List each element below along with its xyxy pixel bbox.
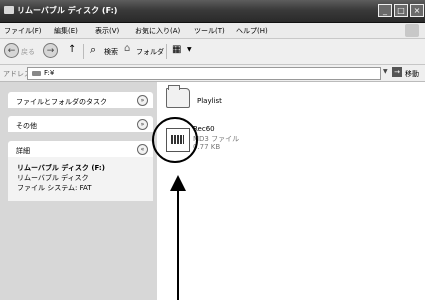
- item-label-playlist[interactable]: Playlist: [197, 97, 222, 105]
- views-dropdown-icon[interactable]: ▼: [187, 46, 192, 53]
- windows-logo-icon: [405, 24, 419, 37]
- address-path[interactable]: F:¥: [44, 69, 54, 77]
- address-bar: アドレス(D) F:¥ ▼ → 移動: [0, 65, 425, 82]
- panel-title: その他: [16, 122, 37, 130]
- panel-details[interactable]: 詳細 «: [8, 141, 153, 157]
- toolbar-separator: [83, 44, 84, 59]
- chevron-down-icon[interactable]: »: [137, 95, 148, 106]
- address-dropdown-icon[interactable]: ▼: [383, 68, 388, 75]
- views-icon[interactable]: ▦: [172, 44, 181, 55]
- panel-file-folder-tasks[interactable]: ファイルとフォルダのタスク »: [8, 92, 153, 108]
- folders-icon[interactable]: ⌂: [124, 43, 130, 54]
- menu-bar: ファイル(F) 編集(E) 表示(V) お気に入り(A) ツール(T) ヘルプ(…: [0, 23, 425, 39]
- folder-tab: [168, 85, 180, 90]
- search-button-label[interactable]: 検索: [104, 47, 118, 57]
- details-type: リムーバブル ディスク: [17, 174, 89, 182]
- minimize-button[interactable]: _: [378, 4, 392, 17]
- panel-other-places[interactable]: その他 »: [8, 116, 153, 132]
- explorer-window: リムーバブル ディスク (F:) _ □ × ファイル(F) 編集(E) 表示(…: [0, 0, 425, 300]
- drive-icon: [32, 71, 41, 76]
- forward-arrow-icon[interactable]: →: [43, 43, 58, 58]
- address-field[interactable]: F:¥: [27, 67, 381, 80]
- window-title: リムーバブル ディスク (F:): [17, 6, 118, 15]
- menu-view[interactable]: 表示(V): [95, 26, 119, 36]
- menu-file[interactable]: ファイル(F): [4, 26, 42, 36]
- drive-icon: [4, 6, 14, 14]
- details-name: リムーバブル ディスク (F:): [17, 164, 105, 172]
- up-folder-icon[interactable]: ↑: [68, 44, 76, 55]
- menu-favorites[interactable]: お気に入り(A): [135, 26, 180, 36]
- search-icon[interactable]: ⌕: [90, 43, 96, 57]
- file-list: [158, 82, 425, 300]
- folder-icon[interactable]: [166, 85, 190, 108]
- panel-title: 詳細: [16, 147, 30, 155]
- back-button-label[interactable]: 戻る: [21, 47, 35, 57]
- close-button[interactable]: ×: [410, 4, 424, 17]
- maximize-button[interactable]: □: [394, 4, 408, 17]
- arrow-head: [170, 175, 186, 191]
- toolbar: ← 戻る → ↑ ⌕ 検索 ⌂ フォルダ ▦ ▼: [0, 39, 425, 65]
- go-arrow-icon[interactable]: →: [392, 67, 402, 77]
- panel-title: ファイルとフォルダのタスク: [16, 98, 107, 106]
- back-arrow-icon[interactable]: ←: [4, 43, 19, 58]
- toolbar-separator: [166, 44, 167, 59]
- chevron-up-icon[interactable]: «: [137, 144, 148, 155]
- title-bar[interactable]: リムーバブル ディスク (F:) _ □ ×: [0, 0, 425, 23]
- arrow-line: [177, 190, 179, 300]
- details-body: リムーバブル ディスク (F:) リムーバブル ディスク ファイル システム: …: [8, 157, 153, 201]
- menu-edit[interactable]: 編集(E): [54, 26, 78, 36]
- folders-button-label[interactable]: フォルダ: [136, 47, 164, 57]
- highlight-circle: [152, 117, 198, 163]
- chevron-down-icon[interactable]: »: [137, 119, 148, 130]
- menu-help[interactable]: ヘルプ(H): [236, 26, 268, 36]
- details-filesystem: ファイル システム: FAT: [17, 184, 92, 192]
- menu-tools[interactable]: ツール(T): [194, 26, 225, 36]
- go-button-label[interactable]: 移動: [405, 69, 419, 79]
